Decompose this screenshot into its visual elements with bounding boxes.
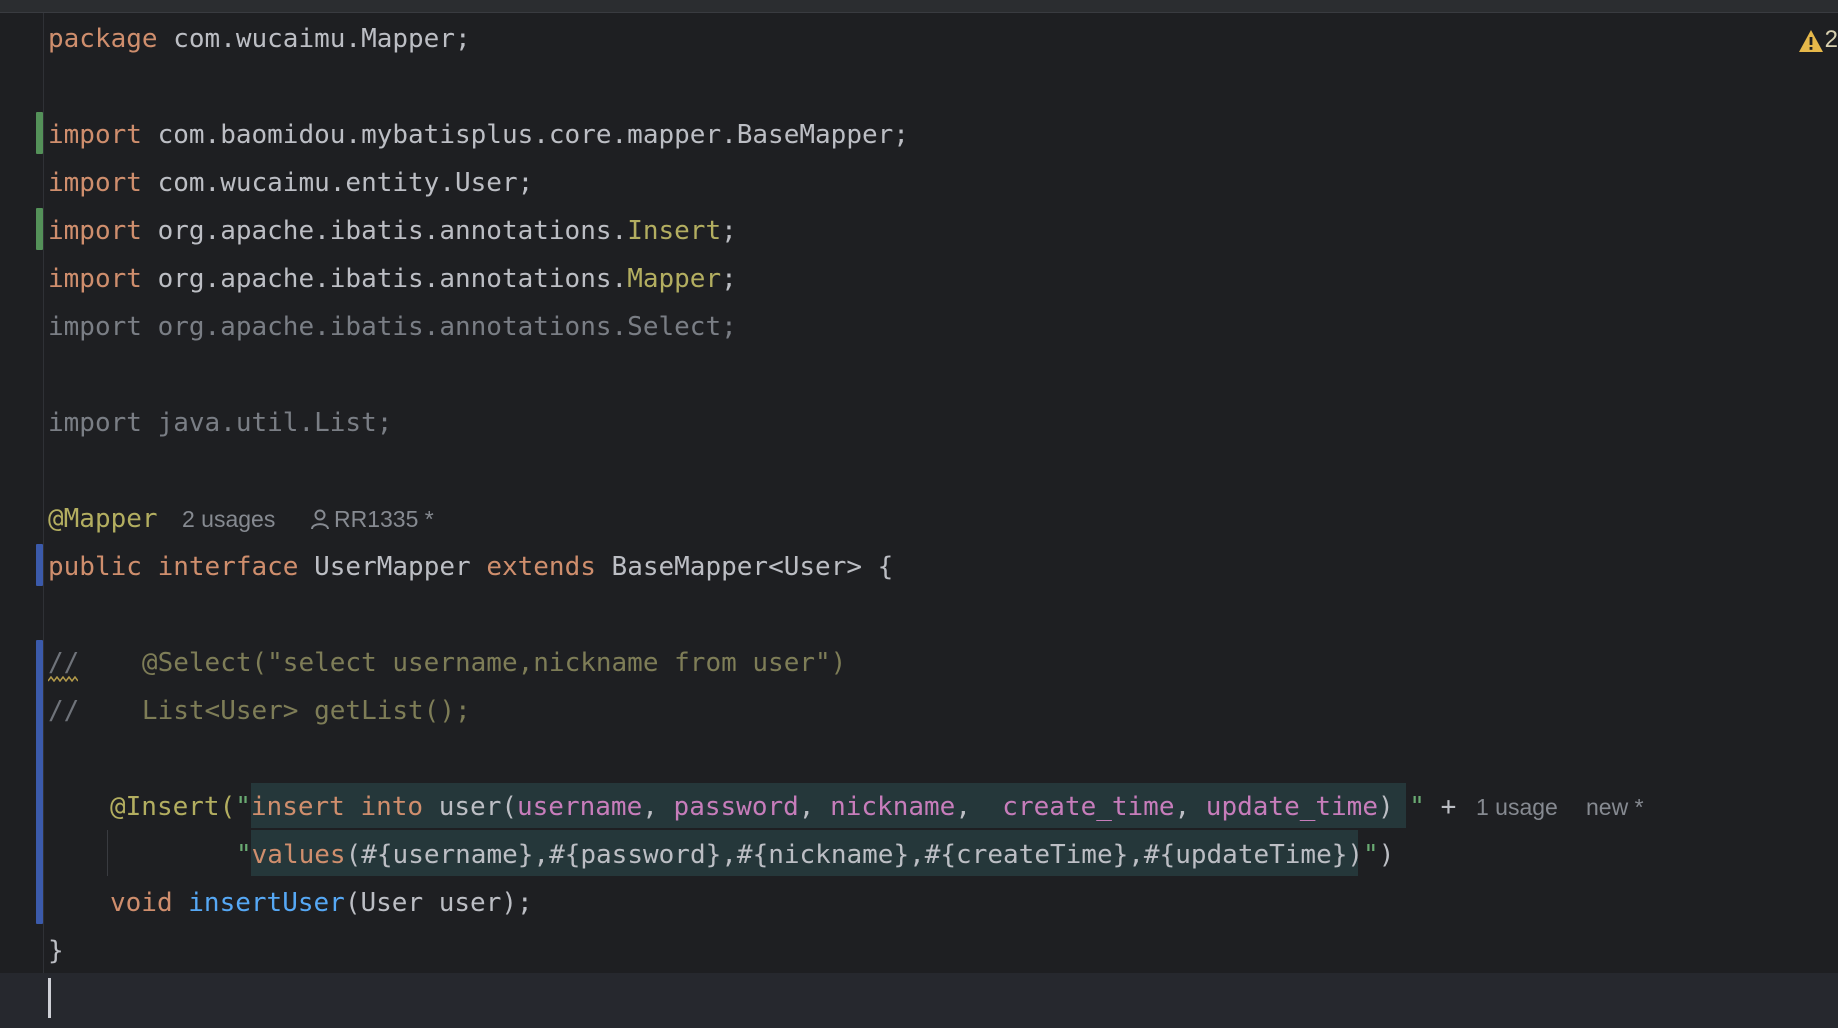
- keyword: public: [48, 552, 142, 582]
- comment-slashes: //: [48, 696, 80, 726]
- interface-name: UserMapper: [298, 552, 487, 582]
- string-quote: ": [1363, 840, 1379, 870]
- sql-table: user(: [423, 792, 517, 822]
- supertype: BaseMapper<User> {: [595, 552, 894, 582]
- sql-keyword: values: [251, 840, 346, 870]
- code-line-closing-brace[interactable]: }: [48, 927, 64, 975]
- string-quote: ": [235, 792, 251, 822]
- inspection-widget[interactable]: 2: [1797, 22, 1838, 58]
- annotation-class: Insert: [627, 216, 722, 246]
- text-caret: [48, 978, 51, 1018]
- code-line-insert-values[interactable]: "values(#{username},#{password},#{nickna…: [236, 831, 1394, 879]
- code-line-annotation[interactable]: @Mapper: [48, 495, 158, 543]
- code-line-unused-import[interactable]: import java.util.List;: [48, 399, 392, 447]
- closing-paren: ): [1378, 840, 1395, 870]
- import-path: com.baomidou.mybatisplus.core.mapper.Bas…: [141, 120, 909, 150]
- sql-separator: ,: [1174, 792, 1206, 822]
- method-params: (User user);: [344, 888, 533, 918]
- indent-guide: [107, 830, 108, 876]
- code-line-import[interactable]: import org.apache.ibatis.annotations.Ins…: [48, 207, 737, 255]
- import-path: org.apache.ibatis.annotations.: [141, 264, 628, 294]
- usages-inlay[interactable]: 1 usage: [1476, 783, 1558, 831]
- warning-icon: [1798, 29, 1823, 52]
- code-line-package[interactable]: package com.wucaimu.Mapper;: [48, 15, 471, 63]
- vcs-change-marker[interactable]: [36, 208, 43, 250]
- keyword: import: [48, 120, 142, 150]
- sql-separator: ,: [642, 792, 674, 822]
- semicolon: ;: [721, 216, 737, 246]
- code-line-insert-annotation[interactable]: @Insert("insert into user(username, pass…: [110, 783, 1456, 831]
- sql-column: nickname: [830, 792, 956, 822]
- import-path: org.apache.ibatis.annotations.: [141, 216, 628, 246]
- author-inlay[interactable]: RR1335 *: [310, 495, 434, 543]
- keyword: package: [48, 24, 158, 54]
- concat-operator: +: [1424, 792, 1457, 822]
- code-line-method[interactable]: void insertUser(User user);: [110, 879, 533, 927]
- comment-slashes: //: [48, 648, 80, 678]
- person-icon: [311, 509, 329, 530]
- keyword: void: [110, 888, 173, 918]
- annotation: @Insert(: [110, 792, 236, 822]
- package-name: com.wucaimu.Mapper;: [157, 24, 471, 54]
- annotation-class: Mapper: [627, 264, 722, 294]
- sql-paren: ): [1377, 792, 1410, 822]
- code-line-comment[interactable]: // List<User> getList();: [48, 687, 471, 735]
- vcs-change-marker[interactable]: [36, 640, 43, 924]
- author-name: RR1335 *: [334, 506, 434, 532]
- keyword: interface: [157, 552, 299, 582]
- sql-column: username: [517, 792, 643, 822]
- keyword: extends: [486, 552, 596, 582]
- code-line-comment[interactable]: // @Select("select username,nickname fro…: [48, 639, 846, 687]
- string-quote: ": [236, 840, 252, 870]
- sql-keyword: insert into: [250, 792, 424, 822]
- keyword: import: [48, 264, 142, 294]
- code-line-import[interactable]: import org.apache.ibatis.annotations.Map…: [48, 255, 737, 303]
- editor-tab-strip: [0, 0, 1838, 13]
- sql-separator: ,: [955, 792, 1003, 822]
- sql-column: password: [673, 792, 799, 822]
- sql-values: (#{username},#{password},#{nickname},#{c…: [345, 840, 1364, 870]
- commented-code: List<User> getList();: [79, 696, 471, 726]
- vcs-change-marker[interactable]: [36, 544, 43, 586]
- import-path: com.wucaimu.entity.User;: [141, 168, 534, 198]
- current-line-highlight: [0, 973, 1838, 1028]
- commented-code: @Select("select username,nickname from u…: [79, 648, 847, 678]
- vcs-change-marker[interactable]: [36, 112, 43, 154]
- method-name: insertUser: [188, 888, 345, 918]
- keyword: import: [48, 216, 142, 246]
- sql-separator: ,: [798, 792, 831, 822]
- code-line-import[interactable]: import com.baomidou.mybatisplus.core.map…: [48, 111, 909, 159]
- gutter-border: [43, 13, 44, 1028]
- code-line-interface-declaration[interactable]: public interface UserMapper extends Base…: [48, 543, 893, 591]
- author-inlay[interactable]: new *: [1586, 783, 1644, 831]
- code-line-import[interactable]: import com.wucaimu.entity.User;: [48, 159, 533, 207]
- string-quote: ": [1409, 792, 1425, 822]
- warning-count: 2: [1824, 26, 1838, 53]
- keyword: import: [48, 168, 142, 198]
- code-line-unused-import[interactable]: import org.apache.ibatis.annotations.Sel…: [48, 303, 737, 351]
- sql-column: create_time: [1002, 792, 1175, 822]
- usages-inlay[interactable]: 2 usages: [182, 495, 275, 543]
- semicolon: ;: [721, 264, 737, 294]
- sql-column: update_time: [1205, 792, 1378, 822]
